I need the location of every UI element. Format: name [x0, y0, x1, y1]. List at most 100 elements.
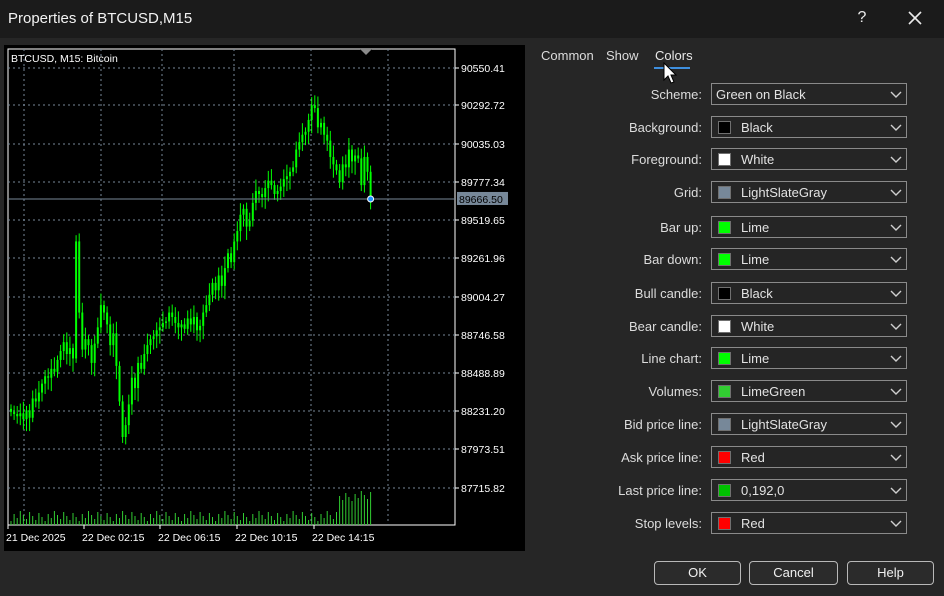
candle-body — [10, 408, 12, 412]
candle-body — [254, 191, 257, 203]
candle-body — [323, 122, 326, 135]
color-swatch — [718, 484, 731, 497]
candle-body — [313, 105, 316, 109]
candle-body — [189, 318, 192, 325]
candle-body — [289, 171, 291, 177]
color-swatch — [718, 253, 731, 266]
setting-label: Background: — [629, 120, 702, 135]
candle-body — [93, 343, 96, 363]
candle-body — [208, 294, 211, 306]
candle-body — [118, 365, 121, 402]
setting-label: Scheme: — [650, 87, 702, 102]
setting-label: Bar up: — [660, 220, 702, 235]
candle-body — [369, 171, 372, 200]
price-label: 89261.96 — [461, 253, 505, 265]
color-select[interactable]: White — [711, 315, 907, 337]
candle-body — [84, 339, 87, 350]
candle-body — [351, 149, 353, 162]
color-select[interactable]: White — [711, 148, 907, 170]
candle-body — [242, 208, 245, 215]
select-value: White — [741, 319, 775, 334]
candle-body — [276, 191, 279, 195]
candle-body — [34, 398, 37, 402]
candle-body — [143, 354, 146, 369]
candle-body — [115, 333, 118, 366]
color-swatch — [718, 153, 731, 166]
candle-body — [220, 275, 223, 286]
candle-body — [248, 220, 251, 227]
candle-body — [19, 413, 22, 417]
tab-colors[interactable]: Colors — [655, 48, 693, 63]
candle-body — [236, 231, 239, 242]
ok-button[interactable]: OK — [654, 561, 741, 585]
select-value: LimeGreen — [741, 384, 806, 399]
select-value: Red — [741, 450, 765, 465]
color-select[interactable]: Black — [711, 116, 907, 138]
color-swatch — [718, 121, 731, 134]
price-label: 87973.51 — [461, 444, 505, 456]
time-label: 22 Dec 02:15 — [82, 532, 145, 544]
chart-svg: 90550.41 90292.72 90035.03 89777.34 89519.65… — [6, 48, 508, 544]
color-select[interactable]: Lime — [711, 248, 907, 270]
candle-body — [28, 410, 31, 418]
candle-body — [354, 155, 357, 162]
candle-body — [214, 282, 217, 291]
color-select[interactable]: 0,192,0 — [711, 479, 907, 501]
color-select[interactable]: Lime — [711, 347, 907, 369]
candle-body — [161, 322, 164, 328]
candle-body — [298, 142, 301, 150]
color-select[interactable]: Red — [711, 512, 907, 534]
candle-body — [174, 316, 177, 323]
setting-label: Volumes: — [648, 384, 702, 399]
cancel-button[interactable]: Cancel — [749, 561, 838, 585]
help-button[interactable]: Help — [847, 561, 934, 585]
select-value: Black — [741, 120, 773, 135]
price-label: 87715.82 — [461, 483, 505, 495]
candle-body — [279, 186, 282, 192]
candle-body — [56, 359, 59, 372]
candle-body — [292, 167, 295, 172]
candle-body — [341, 164, 344, 183]
candle-body — [96, 327, 99, 344]
candle-body — [22, 413, 25, 420]
setting-label: Ask price line: — [621, 450, 702, 465]
color-select[interactable]: LightSlateGray — [711, 181, 907, 203]
candle-body — [146, 345, 149, 355]
close-icon[interactable] — [902, 5, 928, 31]
candle-body — [121, 401, 124, 438]
tab-common[interactable]: Common — [541, 48, 594, 63]
color-swatch — [718, 451, 731, 464]
help-icon[interactable]: ? — [852, 7, 872, 29]
price-label: 89004.27 — [461, 292, 505, 304]
color-select[interactable]: Red — [711, 446, 907, 468]
select-value: Lime — [741, 252, 770, 267]
setting-label: Bid price line: — [623, 417, 702, 432]
color-swatch — [718, 186, 731, 199]
scheme-select[interactable]: Green on Black — [711, 83, 907, 105]
color-select[interactable]: Black — [711, 282, 907, 304]
candle-body — [295, 149, 298, 168]
candle-body — [103, 305, 105, 313]
candle-body — [227, 253, 229, 269]
candle-body — [264, 188, 267, 197]
candle-body — [267, 180, 270, 189]
candle-body — [72, 348, 74, 359]
price-label: 88746.58 — [461, 330, 505, 342]
color-swatch — [718, 320, 731, 333]
color-select[interactable]: LightSlateGray — [711, 413, 907, 435]
chevron-down-icon — [890, 421, 902, 428]
candle-body — [50, 368, 53, 378]
candle-body — [301, 134, 304, 143]
tab-show[interactable]: Show — [606, 48, 639, 63]
candle-body — [183, 324, 186, 329]
chevron-down-icon — [890, 290, 902, 297]
color-select[interactable]: Lime — [711, 216, 907, 238]
color-select[interactable]: LimeGreen — [711, 380, 907, 402]
current-price-label: 89666.50 — [459, 194, 503, 206]
setting-label: Bar down: — [643, 252, 702, 267]
candle-body — [65, 342, 68, 355]
candle-body — [140, 362, 143, 369]
candle-body — [90, 345, 93, 363]
select-value: LightSlateGray — [741, 417, 827, 432]
select-value: Lime — [741, 220, 770, 235]
